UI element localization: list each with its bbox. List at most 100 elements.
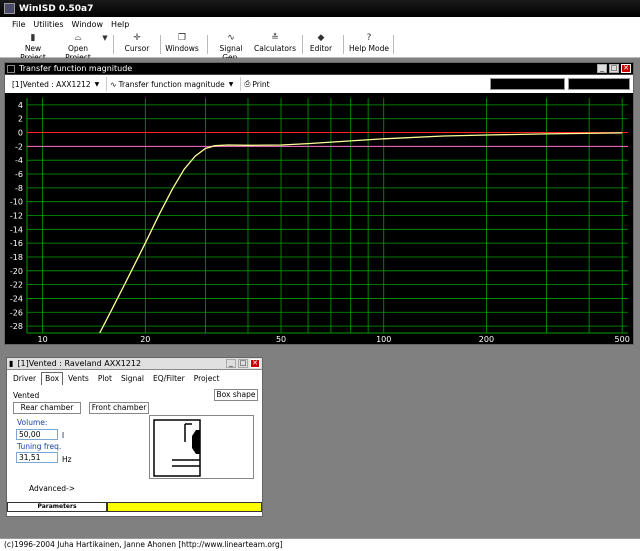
sine-wave-icon: ∿ (110, 79, 117, 89)
app-icon (4, 3, 15, 14)
chevron-down-icon: ▼ (94, 80, 100, 88)
menu-window[interactable]: Window (72, 20, 104, 29)
cursor-readout-x (490, 78, 565, 90)
tab-vents[interactable]: Vents (64, 372, 93, 385)
tuning-freq-label: Tuning freq. (17, 442, 62, 451)
project-titlebar: ▮ [1]Vented : Raveland AXX1212 _ □ ✕ (7, 358, 262, 370)
y-tick-label: -4 (15, 156, 23, 165)
volume-input[interactable]: 50,00 (16, 429, 58, 440)
rear-chamber-button[interactable]: Rear chamber (13, 402, 81, 414)
open-folder-icon: ⌓ (74, 33, 82, 43)
y-tick-label: -18 (10, 253, 23, 262)
status-indicator (107, 502, 262, 512)
y-tick-label: -28 (10, 322, 23, 331)
chevron-down-icon: ▼ (102, 34, 108, 42)
y-tick-label: -20 (10, 267, 23, 276)
volume-label: Volume: (17, 418, 48, 427)
tuning-freq-input[interactable]: 31,51 (16, 452, 58, 463)
x-tick-label: 100 (376, 335, 391, 344)
cursor-readout-y (568, 78, 630, 90)
tf-toolbar: [1]Vented : AXX1212 ▼ ∿ Transfer functio… (5, 75, 633, 93)
menu-help[interactable]: Help (111, 20, 129, 29)
transfer-function-window: Transfer function magnitude _ □ ✕ [1]Ven… (4, 62, 634, 345)
y-tick-label: 0 (18, 129, 23, 138)
tf-window-title: Transfer function magnitude (19, 64, 133, 73)
print-button[interactable]: ⎙ Print (240, 77, 272, 91)
printer-icon: ⎙ (244, 79, 251, 88)
y-tick-label: -6 (15, 170, 23, 179)
advanced-link[interactable]: Advanced-> (29, 484, 75, 493)
cursor-label: Cursor (124, 44, 150, 53)
volume-unit: l (62, 431, 65, 440)
box-type-label: Vented (13, 391, 40, 400)
tab-plot[interactable]: Plot (94, 372, 116, 385)
calculators-label: Calculators (254, 44, 296, 53)
cursor-button[interactable]: ✛ Cursor (120, 33, 154, 56)
project-tabs: Driver Box Vents Plot Signal EQ/Filter P… (9, 372, 224, 385)
project-select-value: [1]Vented : AXX1212 (12, 79, 91, 89)
x-tick-label: 20 (140, 335, 150, 344)
chevron-down-icon: ▼ (228, 80, 234, 88)
calculators-button[interactable]: ≛ Calculators (254, 33, 296, 56)
parameters-status: Parameters (7, 502, 107, 512)
project-window-title: [1]Vented : Raveland AXX1212 (17, 359, 142, 368)
box-diagram (149, 415, 254, 479)
windows-button[interactable]: ❐ Windows (163, 33, 201, 56)
tab-signal[interactable]: Signal (117, 372, 148, 385)
signal-gen-button[interactable]: ∿ Signal Gen. (211, 33, 251, 62)
window-menu-icon[interactable] (7, 64, 15, 73)
y-tick-label: 2 (18, 115, 23, 124)
tf-titlebar: Transfer function magnitude _ □ ✕ (5, 63, 633, 75)
tab-box[interactable]: Box (41, 372, 64, 385)
tab-project[interactable]: Project (190, 372, 224, 385)
box-shape-button[interactable]: Box shape (214, 389, 258, 401)
new-project-icon: ▮ (30, 33, 36, 43)
sine-wave-icon: ∿ (227, 33, 235, 43)
open-project-dropdown[interactable]: ▼ (100, 33, 110, 56)
y-tick-label: -26 (10, 308, 23, 317)
project-select[interactable]: [1]Vented : AXX1212 ▼ (9, 77, 102, 91)
x-tick-label: 10 (38, 335, 48, 344)
mdi-workspace: Transfer function magnitude _ □ ✕ [1]Ven… (0, 58, 640, 538)
editor-icon: ◆ (317, 33, 325, 43)
x-tick-label: 50 (276, 335, 286, 344)
windows-label: Windows (165, 44, 199, 53)
print-label: Print (252, 79, 270, 89)
calculator-icon: ≛ (271, 33, 279, 43)
tab-eq-filter[interactable]: EQ/Filter (149, 372, 189, 385)
help-icon: ? (366, 33, 372, 43)
maximize-icon[interactable]: □ (609, 64, 619, 73)
help-mode-button[interactable]: ? Help Mode (349, 33, 389, 56)
y-tick-label: -22 (10, 281, 23, 290)
project-window: ▮ [1]Vented : Raveland AXX1212 _ □ ✕ Dri… (6, 357, 263, 517)
minimize-icon[interactable]: _ (226, 359, 236, 368)
plot-type-value: Transfer function magnitude (118, 79, 225, 89)
close-icon[interactable]: ✕ (621, 64, 631, 73)
y-tick-label: -10 (10, 198, 23, 207)
tuning-freq-unit: Hz (62, 455, 72, 464)
windows-icon: ❐ (177, 33, 187, 43)
minimize-icon[interactable]: _ (597, 64, 607, 73)
new-project-button[interactable]: ▮ New Project (12, 33, 54, 62)
menubar: File Utilities Window Help (0, 17, 640, 31)
y-tick-label: -12 (10, 212, 23, 221)
y-tick-label: 4 (18, 101, 23, 110)
editor-button[interactable]: ◆ Editor (307, 33, 335, 56)
app-titlebar: WinISD 0.50a7 (0, 0, 640, 17)
front-chamber-button[interactable]: Front chamber (89, 402, 149, 414)
response-curve (99, 132, 623, 334)
x-tick-label: 500 (615, 335, 630, 344)
status-bar: (c)1996-2004 Juha Hartikainen, Janne Aho… (0, 538, 640, 551)
x-tick-label: 200 (479, 335, 494, 344)
plot-type-select[interactable]: ∿ Transfer function magnitude ▼ (106, 77, 236, 91)
close-icon[interactable]: ✕ (250, 359, 260, 368)
app-title: WinISD 0.50a7 (19, 3, 94, 14)
menu-utilities[interactable]: Utilities (33, 20, 63, 29)
open-project-button[interactable]: ⌓ Open Project (56, 33, 100, 62)
maximize-icon[interactable]: □ (238, 359, 248, 368)
menu-file[interactable]: File (12, 20, 25, 29)
transfer-function-plot[interactable]: 420-2-4-6-8-10-12-14-16-18-20-22-24-26-2… (5, 93, 633, 344)
window-menu-icon[interactable]: ▮ (9, 359, 13, 368)
y-tick-label: -8 (15, 184, 23, 193)
tab-driver[interactable]: Driver (9, 372, 40, 385)
